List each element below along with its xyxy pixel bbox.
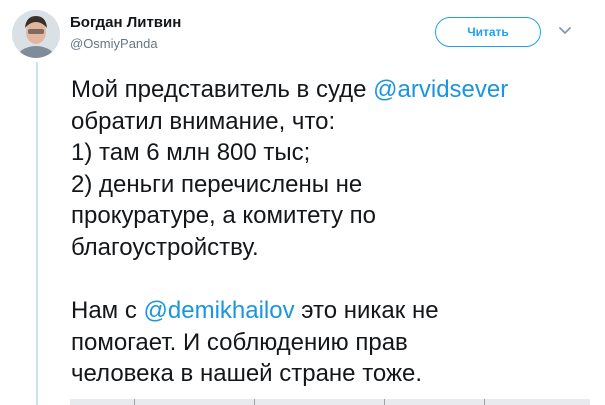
tweet-line: благоустройству. [71,233,259,261]
follow-button[interactable]: Читать [435,17,541,47]
tweet-text: Мой представитель в суде @arvidsever обр… [71,74,591,390]
media-segment [134,399,255,405]
chevron-down-icon[interactable] [558,26,572,36]
mention-link[interactable]: @arvidsever [373,76,508,103]
tweet-line: помогает. И соблюдению прав [71,328,408,356]
tweet-line: Мой представитель в суде @arvidsever [71,74,591,106]
tweet-line: прокуратуре, а комитету по [71,202,376,230]
tweet-line: 1) там 6 млн 800 тыс; [71,139,311,167]
profile-photo-icon [12,10,60,58]
attached-media-preview[interactable] [70,399,590,405]
thread-line [36,62,38,405]
mention-link[interactable]: @demikhailov [144,297,295,324]
author-handle[interactable]: @OsmiyPanda [70,36,158,51]
tweet-text-segment: Нам с [71,297,144,325]
media-segment [484,399,590,405]
media-segment [254,399,385,405]
tweet-line: Нам с @demikhailov это никак не [71,295,591,327]
avatar[interactable] [12,10,60,58]
tweet-line: 2) деньги перечислены не [71,170,363,198]
media-segment [384,399,485,405]
media-segment [70,399,135,405]
tweet-text-segment: это никак не [294,297,439,325]
tweet-line: человека в нашей стране тоже. [71,360,423,388]
tweet-line: обратил внимание, что: [71,107,336,135]
tweet-text-segment: Мой представитель в суде [71,76,374,103]
author-display-name[interactable]: Богдан Литвин [70,14,181,31]
